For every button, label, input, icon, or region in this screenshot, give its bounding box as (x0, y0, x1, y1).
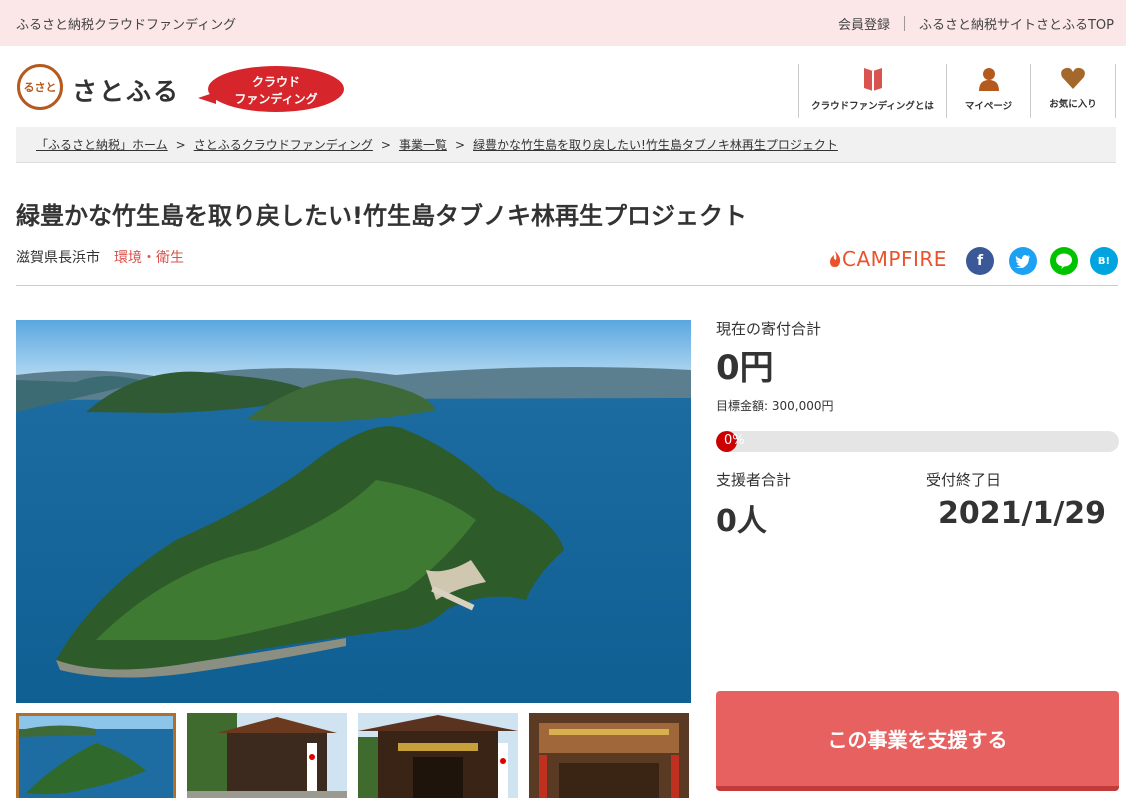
crowdfunding-badge[interactable]: クラウド ファンディング (198, 66, 344, 112)
top-links: 会員登録 ふるさと納税サイトさとふるTOP (838, 14, 1114, 33)
shrine-gate-thumbnail (358, 713, 518, 798)
nav-about-label: クラウドファンディングとは (811, 101, 934, 112)
satofull-top-link[interactable]: ふるさと納税サイトさとふるTOP (919, 14, 1114, 33)
nav-favorites[interactable]: お気に入り (1030, 64, 1116, 118)
deadline-value: 2021/1/29 (938, 496, 1107, 531)
breadcrumb-separator: > (454, 138, 466, 152)
badge-line1: クラウド (251, 75, 300, 89)
book-icon (863, 68, 882, 91)
facebook-share-icon[interactable]: f (966, 247, 994, 275)
progress-bar: 0% (716, 431, 1119, 452)
shrine-thumbnail (187, 713, 347, 798)
person-icon (978, 68, 999, 91)
goal-amount: 目標金額: 300,000円 (716, 399, 834, 413)
project-location: 滋賀県長浜市 (16, 250, 100, 266)
site-name[interactable]: ふるさと納税クラウドファンディング (16, 14, 236, 33)
progress-percent: 0% (724, 433, 745, 448)
page-title: 緑豊かな竹生島を取り戻したい!竹生島タブノキ林再生プロジェクト (16, 202, 747, 230)
island-thumbnail (16, 713, 176, 798)
top-links-divider (903, 16, 905, 31)
line-share-icon[interactable] (1050, 247, 1078, 275)
satofull-logo-text[interactable]: さとふる (72, 72, 180, 108)
supporters-value: 0人 (716, 504, 767, 539)
breadcrumb-separator: > (380, 138, 391, 152)
bird-icon (1015, 255, 1030, 268)
header: るさと さとふる クラウド ファンディング クラウドファンディングとは マイペー… (0, 46, 1126, 130)
nav-mypage[interactable]: マイページ (946, 64, 1030, 118)
top-bar: ふるさと納税クラウドファンディング 会員登録 ふるさと納税サイトさとふるTOP (0, 0, 1126, 46)
island-photo (16, 320, 691, 703)
thumbnail-1[interactable] (16, 713, 176, 798)
breadcrumb: 「ふるさと納税」ホーム > さとふるクラウドファンディング > 事業一覧 > 緑豊かな竹生島… (16, 127, 1116, 163)
nav-mypage-label: マイページ (964, 101, 1013, 112)
project-category[interactable]: 環境・衛生 (114, 250, 184, 266)
support-project-button[interactable]: この事業を支援する (716, 691, 1119, 791)
main-project-image (16, 320, 691, 703)
breadcrumb-separator: > (175, 138, 186, 152)
shrine-interior-thumbnail (529, 713, 689, 798)
facebook-glyph: f (976, 253, 984, 269)
breadcrumb-home[interactable]: 「ふるさと納税」ホーム (36, 138, 168, 152)
supporters-label: 支援者合計 (716, 471, 792, 489)
current-total-value: 0円 (716, 348, 774, 388)
hatena-bookmark-icon[interactable]: B! (1090, 247, 1118, 275)
thumbnail-3[interactable] (358, 713, 518, 798)
nav-favorites-label: お気に入り (1049, 99, 1097, 110)
twitter-share-icon[interactable] (1009, 247, 1037, 275)
current-total-label: 現在の寄付合計 (716, 320, 822, 338)
thumbnail-2[interactable] (187, 713, 347, 798)
satofull-logo-icon[interactable]: るさと (17, 64, 63, 110)
campfire-text: CAMPFIRE (842, 247, 947, 271)
deadline-label: 受付終了日 (926, 471, 1002, 489)
flame-icon (830, 251, 841, 267)
speech-bubble-icon (1056, 253, 1072, 269)
badge-line2: ファンディング (234, 92, 318, 106)
breadcrumb-project-list[interactable]: 事業一覧 (399, 138, 447, 152)
project-meta: 滋賀県長浜市 環境・衛生 (16, 247, 184, 267)
hatena-glyph: B! (1097, 255, 1111, 267)
nav-about-crowdfunding[interactable]: クラウドファンディングとは (798, 64, 946, 118)
logo-mark-text: るさと (23, 81, 57, 94)
heart-icon (1061, 67, 1085, 89)
breadcrumb-crowdfunding[interactable]: さとふるクラウドファンディング (194, 138, 373, 152)
register-link[interactable]: 会員登録 (838, 14, 890, 33)
thumbnail-4[interactable] (529, 713, 689, 798)
title-divider (16, 285, 1118, 286)
support-button-label: この事業を支援する (827, 728, 1008, 752)
thumbnail-strip (16, 713, 689, 798)
breadcrumb-current[interactable]: 緑豊かな竹生島を取り戻したい!竹生島タブノキ林再生プロジェクト (473, 138, 838, 152)
campfire-logo[interactable]: CAMPFIRE (828, 247, 947, 271)
